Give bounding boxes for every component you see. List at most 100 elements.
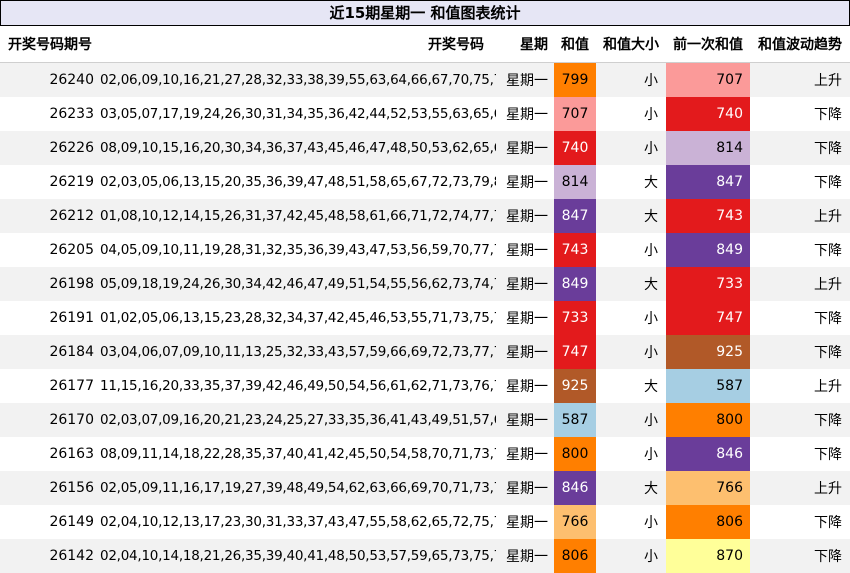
cell-sum: 847 — [554, 199, 596, 233]
cell-prev-sum: 766 — [666, 471, 750, 505]
cell-trend: 下降 — [750, 505, 850, 539]
cell-prev-sum: 740 — [666, 97, 750, 131]
table-body: 26240 02,06,09,10,16,21,27,28,32,33,38,39… — [0, 62, 850, 573]
cell-period: 26142 — [0, 539, 100, 573]
cell-size: 小 — [596, 505, 666, 539]
cell-size: 小 — [596, 403, 666, 437]
cell-weekday: 星期一 — [496, 505, 554, 539]
cell-weekday: 星期一 — [496, 369, 554, 403]
table-row: 26142 02,04,10,14,18,21,26,35,39,40,41,48… — [0, 539, 850, 573]
cell-period: 26184 — [0, 335, 100, 369]
cell-numbers: 11,15,16,20,33,35,37,39,42,46,49,50,54,5… — [100, 369, 496, 403]
table-row: 26156 02,05,09,11,16,17,19,27,39,48,49,54… — [0, 471, 850, 505]
cell-numbers: 03,05,07,17,19,24,26,30,31,34,35,36,42,4… — [100, 97, 496, 131]
cell-size: 小 — [596, 233, 666, 267]
cell-trend: 上升 — [750, 471, 850, 505]
cell-period: 26240 — [0, 62, 100, 97]
cell-sum: 743 — [554, 233, 596, 267]
cell-sum: 814 — [554, 165, 596, 199]
cell-trend: 上升 — [750, 199, 850, 233]
cell-sum: 806 — [554, 539, 596, 573]
cell-numbers: 08,09,10,15,16,20,30,34,36,37,43,45,46,4… — [100, 131, 496, 165]
stats-table: 开奖号码期号 开奖号码 星期 和值 和值大小 前一次和值 和值波动趋势 2624… — [0, 26, 850, 573]
cell-prev-sum: 707 — [666, 62, 750, 97]
table-row: 26184 03,04,06,07,09,10,11,13,25,32,33,43… — [0, 335, 850, 369]
cell-trend: 下降 — [750, 131, 850, 165]
cell-weekday: 星期一 — [496, 539, 554, 573]
cell-sum: 733 — [554, 301, 596, 335]
cell-weekday: 星期一 — [496, 199, 554, 233]
cell-numbers: 02,06,09,10,16,21,27,28,32,33,38,39,55,6… — [100, 62, 496, 97]
cell-size: 大 — [596, 165, 666, 199]
cell-numbers: 02,04,10,12,13,17,23,30,31,33,37,43,47,5… — [100, 505, 496, 539]
header-numbers: 开奖号码 — [100, 26, 496, 63]
table-row: 26233 03,05,07,17,19,24,26,30,31,34,35,36… — [0, 97, 850, 131]
header-period: 开奖号码期号 — [0, 26, 100, 63]
cell-weekday: 星期一 — [496, 403, 554, 437]
cell-numbers: 02,05,09,11,16,17,19,27,39,48,49,54,62,6… — [100, 471, 496, 505]
table-row: 26198 05,09,18,19,24,26,30,34,42,46,47,49… — [0, 267, 850, 301]
cell-numbers: 08,09,11,14,18,22,28,35,37,40,41,42,45,5… — [100, 437, 496, 471]
cell-weekday: 星期一 — [496, 267, 554, 301]
cell-trend: 上升 — [750, 267, 850, 301]
cell-weekday: 星期一 — [496, 62, 554, 97]
cell-prev-sum: 747 — [666, 301, 750, 335]
cell-period: 26212 — [0, 199, 100, 233]
cell-trend: 下降 — [750, 539, 850, 573]
cell-size: 大 — [596, 471, 666, 505]
cell-trend: 上升 — [750, 369, 850, 403]
cell-period: 26170 — [0, 403, 100, 437]
header-trend: 和值波动趋势 — [750, 26, 850, 63]
cell-numbers: 03,04,06,07,09,10,11,13,25,32,33,43,57,5… — [100, 335, 496, 369]
cell-prev-sum: 587 — [666, 369, 750, 403]
cell-sum: 707 — [554, 97, 596, 131]
cell-numbers: 02,03,05,06,13,15,20,35,36,39,47,48,51,5… — [100, 165, 496, 199]
header-size: 和值大小 — [596, 26, 666, 63]
table-row: 26177 11,15,16,20,33,35,37,39,42,46,49,50… — [0, 369, 850, 403]
table-row: 26240 02,06,09,10,16,21,27,28,32,33,38,39… — [0, 62, 850, 97]
table-row: 26205 04,05,09,10,11,19,28,31,32,35,36,39… — [0, 233, 850, 267]
table-row: 26212 01,08,10,12,14,15,26,31,37,42,45,48… — [0, 199, 850, 233]
cell-trend: 下降 — [750, 301, 850, 335]
cell-size: 小 — [596, 301, 666, 335]
cell-sum: 799 — [554, 62, 596, 97]
cell-size: 大 — [596, 267, 666, 301]
table-row: 26219 02,03,05,06,13,15,20,35,36,39,47,48… — [0, 165, 850, 199]
table-header-row: 开奖号码期号 开奖号码 星期 和值 和值大小 前一次和值 和值波动趋势 — [0, 26, 850, 63]
table-row: 26170 02,03,07,09,16,20,21,23,24,25,27,33… — [0, 403, 850, 437]
cell-size: 小 — [596, 131, 666, 165]
table-row: 26191 01,02,05,06,13,15,23,28,32,34,37,42… — [0, 301, 850, 335]
cell-prev-sum: 806 — [666, 505, 750, 539]
cell-weekday: 星期一 — [496, 335, 554, 369]
cell-trend: 下降 — [750, 335, 850, 369]
cell-sum: 846 — [554, 471, 596, 505]
cell-weekday: 星期一 — [496, 233, 554, 267]
cell-trend: 下降 — [750, 437, 850, 471]
cell-weekday: 星期一 — [496, 165, 554, 199]
cell-trend: 下降 — [750, 165, 850, 199]
cell-weekday: 星期一 — [496, 301, 554, 335]
cell-weekday: 星期一 — [496, 437, 554, 471]
cell-numbers: 02,03,07,09,16,20,21,23,24,25,27,33,35,3… — [100, 403, 496, 437]
cell-period: 26219 — [0, 165, 100, 199]
cell-sum: 800 — [554, 437, 596, 471]
page-title: 近15期星期一 和值图表统计 — [0, 0, 850, 26]
cell-prev-sum: 733 — [666, 267, 750, 301]
cell-period: 26226 — [0, 131, 100, 165]
cell-period: 26205 — [0, 233, 100, 267]
cell-size: 小 — [596, 539, 666, 573]
cell-weekday: 星期一 — [496, 471, 554, 505]
cell-size: 小 — [596, 335, 666, 369]
cell-prev-sum: 814 — [666, 131, 750, 165]
cell-size: 大 — [596, 199, 666, 233]
cell-period: 26233 — [0, 97, 100, 131]
header-weekday: 星期 — [496, 26, 554, 63]
cell-size: 大 — [596, 369, 666, 403]
cell-period: 26156 — [0, 471, 100, 505]
cell-trend: 上升 — [750, 62, 850, 97]
cell-prev-sum: 800 — [666, 403, 750, 437]
cell-numbers: 01,08,10,12,14,15,26,31,37,42,45,48,58,6… — [100, 199, 496, 233]
cell-period: 26177 — [0, 369, 100, 403]
cell-trend: 下降 — [750, 97, 850, 131]
cell-sum: 740 — [554, 131, 596, 165]
